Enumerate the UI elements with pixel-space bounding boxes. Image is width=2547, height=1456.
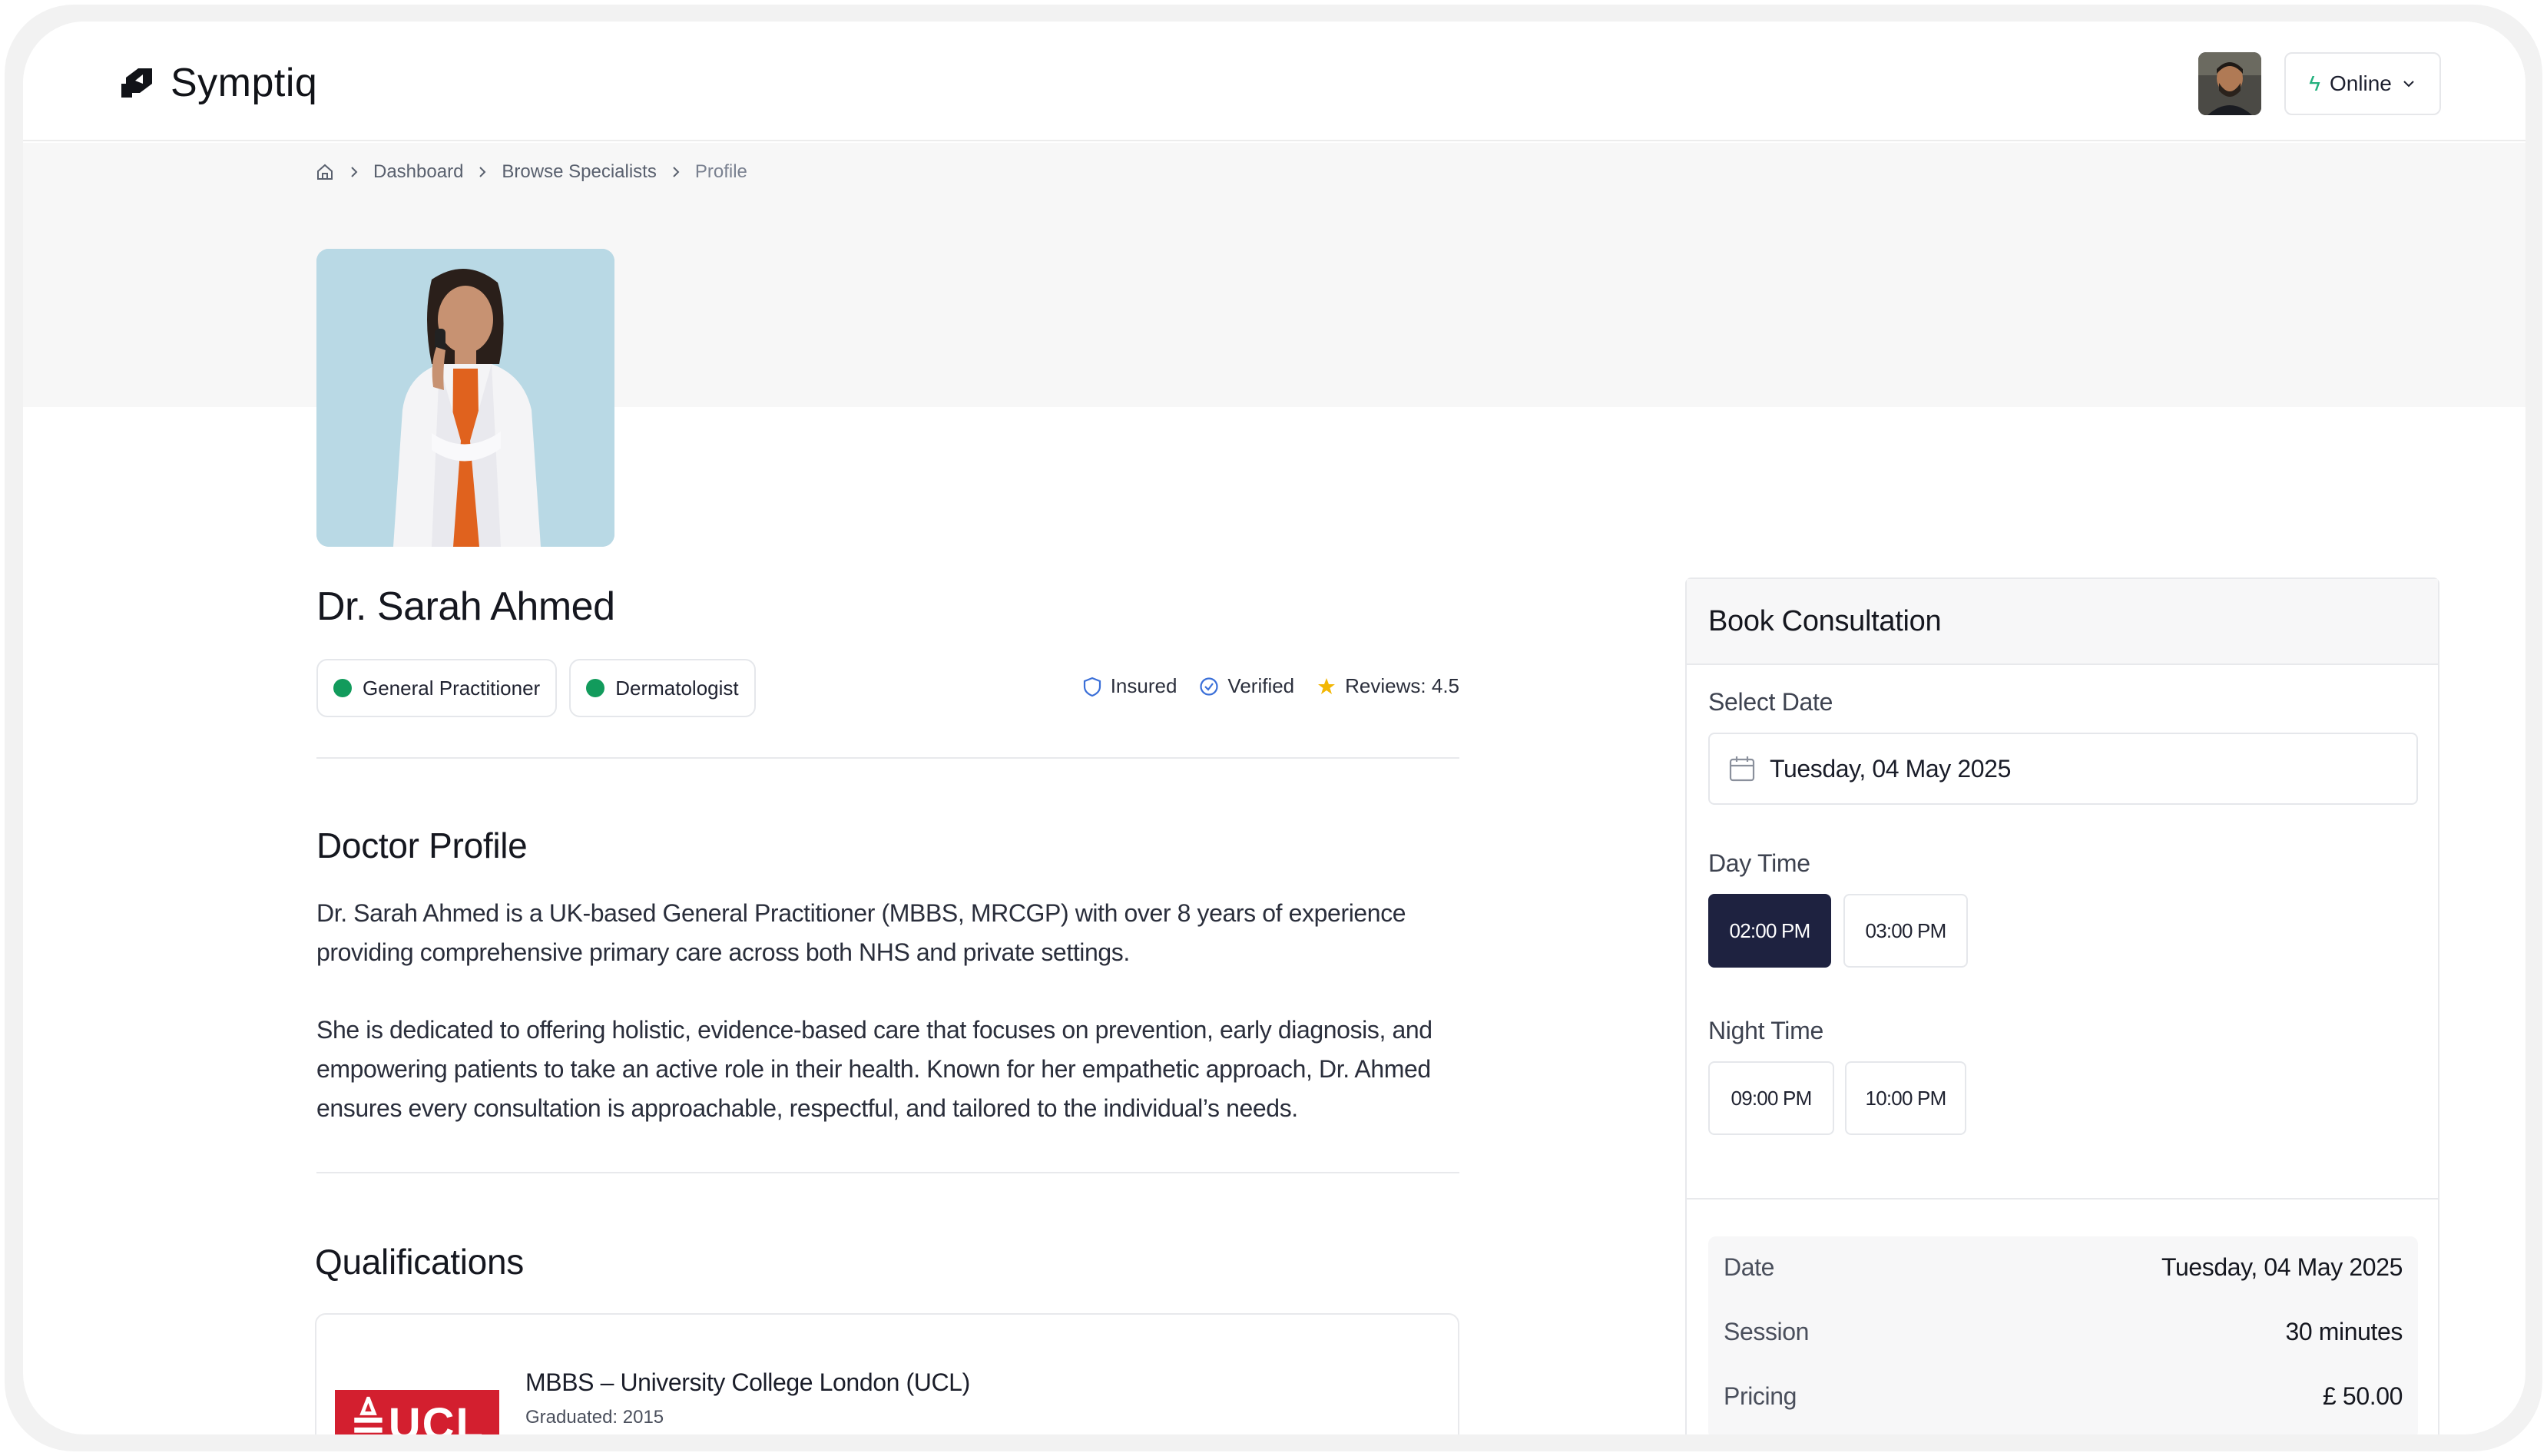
- night-time-label: Night Time: [1708, 1017, 1823, 1044]
- breadcrumb-profile: Profile: [694, 161, 747, 182]
- reviews-badge[interactable]: Reviews: 4.5: [1316, 674, 1459, 698]
- app-window: Symptiq ϟ Online Dashboard Browse Specia…: [23, 22, 2525, 1434]
- qualification-title: MBBS – University College London (UCL): [525, 1368, 970, 1396]
- symptiq-logo-icon: [121, 68, 152, 98]
- profile-paragraph-2: She is dedicated to offering holistic, e…: [316, 1016, 1432, 1122]
- summary-row-date: Date Tuesday, 04 May 2025: [1724, 1253, 2403, 1282]
- profile-paragraph-1: Dr. Sarah Ahmed is a UK-based General Pr…: [316, 899, 1406, 966]
- date-value: Tuesday, 04 May 2025: [1770, 754, 2011, 783]
- summary-pricing-value: £ 50.00: [2323, 1382, 2403, 1410]
- calendar-icon: [1729, 756, 1755, 782]
- insured-badge: Insured: [1081, 674, 1177, 698]
- home-icon[interactable]: [315, 162, 335, 182]
- avatar-image: [2198, 52, 2261, 115]
- time-slot-0300pm[interactable]: 03:00 PM: [1843, 894, 1968, 968]
- insured-label: Insured: [1110, 674, 1177, 697]
- time-slot-0200pm[interactable]: 02:00 PM: [1708, 894, 1831, 968]
- tag-dermatologist: Dermatologist: [569, 659, 756, 717]
- user-avatar[interactable]: [2198, 52, 2261, 115]
- qualifications-heading: Qualifications: [315, 1242, 524, 1282]
- doctor-badges: Insured Verified Reviews: 4.5: [1081, 674, 1459, 698]
- summary-row-session: Session 30 minutes: [1724, 1318, 2403, 1346]
- qualification-card: ≜UCL MBBS – University College London (U…: [315, 1313, 1459, 1434]
- online-status-dropdown[interactable]: ϟ Online: [2284, 52, 2441, 115]
- divider: [1687, 1198, 2438, 1200]
- summary-date-label: Date: [1724, 1253, 1774, 1281]
- chevron-right-icon: [351, 167, 358, 177]
- status-label: Online: [2329, 71, 2392, 95]
- tag-label: Dermatologist: [615, 676, 739, 700]
- breadcrumb-dashboard[interactable]: Dashboard: [373, 161, 463, 183]
- book-consultation-title: Book Consultation: [1687, 579, 2438, 665]
- divider: [316, 757, 1459, 759]
- tag-dot-icon: [586, 679, 605, 697]
- time-slot-0900pm[interactable]: 09:00 PM: [1708, 1061, 1834, 1135]
- day-time-label: Day Time: [1708, 849, 1810, 877]
- summary-pricing-label: Pricing: [1724, 1382, 1797, 1410]
- qualification-subtitle: Graduated: 2015: [525, 1407, 664, 1428]
- select-date-label: Select Date: [1708, 688, 1833, 716]
- specialty-tags: General Practitioner Dermatologist: [316, 659, 756, 717]
- doctor-photo: [316, 249, 614, 547]
- booking-summary: Date Tuesday, 04 May 2025 Session 30 min…: [1708, 1236, 2418, 1434]
- divider: [316, 1172, 1459, 1173]
- book-consultation-card: Book Consultation Select Date Tuesday, 0…: [1685, 577, 2439, 1434]
- summary-row-pricing: Pricing £ 50.00: [1724, 1382, 2403, 1411]
- device-frame: Symptiq ϟ Online Dashboard Browse Specia…: [5, 5, 2542, 1451]
- app-logo[interactable]: Symptiq: [118, 60, 317, 106]
- reviews-label: Reviews: 4.5: [1345, 674, 1459, 697]
- tag-dot-icon: [333, 679, 352, 697]
- lightning-icon: ϟ: [2309, 71, 2320, 95]
- chevron-right-icon: [673, 167, 680, 177]
- top-bar: Symptiq ϟ Online: [23, 22, 2525, 141]
- time-slot-1000pm[interactable]: 10:00 PM: [1845, 1061, 1966, 1135]
- tag-general-practitioner: General Practitioner: [316, 659, 558, 717]
- app-name: Symptiq: [171, 61, 318, 105]
- shield-icon: [1083, 677, 1101, 697]
- summary-session-label: Session: [1724, 1318, 1810, 1345]
- doctor-photo-image: [316, 249, 614, 547]
- summary-date-value: Tuesday, 04 May 2025: [2161, 1253, 2403, 1281]
- verified-badge: Verified: [1198, 674, 1294, 698]
- star-icon: [1318, 677, 1336, 694]
- doctor-name: Dr. Sarah Ahmed: [316, 584, 615, 629]
- ucl-logo: ≜UCL: [335, 1390, 499, 1434]
- chevron-right-icon: [479, 167, 486, 177]
- breadcrumb: Dashboard Browse Specialists Profile: [315, 161, 747, 183]
- chevron-down-icon: [2403, 81, 2414, 88]
- date-picker-field[interactable]: Tuesday, 04 May 2025: [1708, 733, 2418, 805]
- breadcrumb-browse-specialists[interactable]: Browse Specialists: [502, 161, 656, 183]
- check-circle-icon: [1200, 677, 1219, 696]
- doctor-profile-heading: Doctor Profile: [316, 826, 528, 865]
- tag-label: General Practitioner: [363, 676, 541, 700]
- verified-label: Verified: [1227, 674, 1295, 697]
- summary-session-value: 30 minutes: [2285, 1318, 2403, 1345]
